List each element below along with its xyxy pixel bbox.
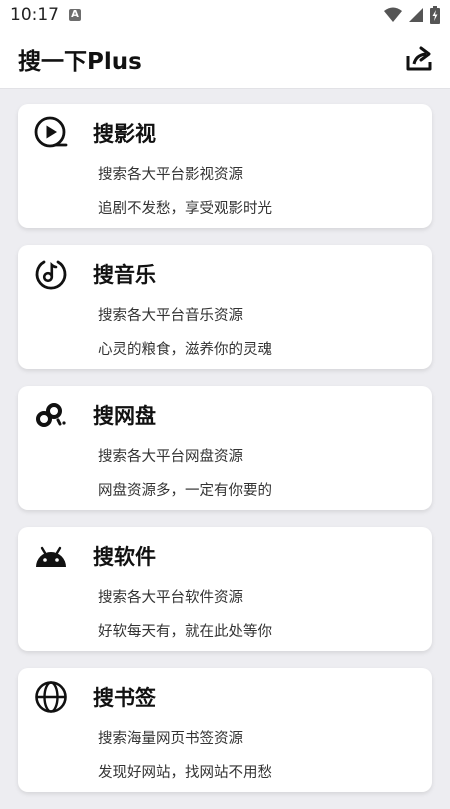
share-icon[interactable] bbox=[404, 44, 434, 74]
signal-icon bbox=[409, 8, 423, 22]
status-bar: 10:17 A bbox=[0, 0, 450, 32]
card-title: 搜影视 bbox=[93, 122, 156, 146]
card-description: 搜索各大平台音乐资源 bbox=[98, 308, 243, 324]
cloud-drive-icon bbox=[36, 403, 66, 427]
card-slogan: 心灵的粮食，滋养你的灵魂 bbox=[98, 342, 272, 358]
card-description: 搜索各大平台影视资源 bbox=[98, 167, 243, 183]
globe-icon bbox=[35, 681, 67, 713]
card-title: 搜音乐 bbox=[93, 263, 156, 287]
status-time: 10:17 bbox=[10, 5, 59, 25]
android-icon bbox=[36, 546, 66, 567]
category-list: 搜影视 搜索各大平台影视资源 追剧不发愁，享受观影时光 搜音乐 搜索各大平台音乐… bbox=[18, 104, 432, 809]
card-description: 搜索各大平台软件资源 bbox=[98, 590, 243, 606]
card-bookmark[interactable]: 搜书签 搜索海量网页书签资源 发现好网站，找网站不用愁 bbox=[18, 668, 432, 792]
play-circle-icon bbox=[34, 116, 68, 148]
card-slogan: 追剧不发愁，享受观影时光 bbox=[98, 201, 272, 217]
notification-app-icon: A bbox=[69, 9, 81, 21]
card-slogan: 发现好网站，找网站不用愁 bbox=[98, 765, 272, 781]
card-music[interactable]: 搜音乐 搜索各大平台音乐资源 心灵的粮食，滋养你的灵魂 bbox=[18, 245, 432, 369]
card-slogan: 网盘资源多，一定有你要的 bbox=[98, 483, 272, 499]
app-title: 搜一下Plus bbox=[18, 49, 142, 75]
app-bar: 搜一下Plus bbox=[0, 32, 450, 89]
card-netdisk[interactable]: 搜网盘 搜索各大平台网盘资源 网盘资源多，一定有你要的 bbox=[18, 386, 432, 510]
card-description: 搜索各大平台网盘资源 bbox=[98, 449, 243, 465]
card-title: 搜书签 bbox=[93, 686, 156, 710]
card-slogan: 好软每天有，就在此处等你 bbox=[98, 624, 272, 640]
card-software[interactable]: 搜软件 搜索各大平台软件资源 好软每天有，就在此处等你 bbox=[18, 527, 432, 651]
wifi-icon bbox=[384, 7, 402, 22]
battery-icon bbox=[430, 6, 440, 24]
music-note-icon bbox=[35, 260, 67, 290]
status-icons bbox=[384, 6, 440, 24]
card-video[interactable]: 搜影视 搜索各大平台影视资源 追剧不发愁，享受观影时光 bbox=[18, 104, 432, 228]
card-title: 搜网盘 bbox=[93, 404, 156, 428]
card-description: 搜索海量网页书签资源 bbox=[98, 731, 243, 747]
card-title: 搜软件 bbox=[93, 545, 156, 569]
